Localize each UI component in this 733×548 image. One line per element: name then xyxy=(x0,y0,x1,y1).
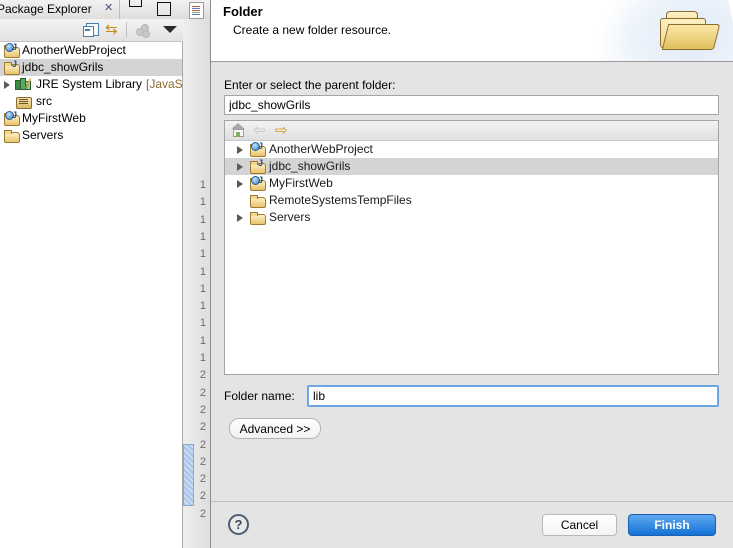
parent-folder-label: Enter or select the parent folder: xyxy=(224,78,396,92)
tabbar-divider xyxy=(119,0,120,19)
new-folder-dialog: Folder Create a new folder resource. Ent… xyxy=(210,0,733,548)
tree-toolbar: ⇦ ⇨ xyxy=(225,121,718,141)
tree-row-servers[interactable]: Servers xyxy=(225,209,718,226)
dialog-title: Folder xyxy=(223,4,263,19)
chevron-right-icon[interactable] xyxy=(4,81,10,89)
package-explorer-tree[interactable]: J AnotherWebProject J jdbc_showGrils JRE… xyxy=(0,42,195,548)
dialog-subtitle: Create a new folder resource. xyxy=(233,23,392,37)
tree-item-jre-system-library[interactable]: JRE System Library [JavaSE- xyxy=(0,76,195,93)
line-number: 2 xyxy=(199,438,206,451)
tree-row-label: AnotherWebProject xyxy=(269,142,373,156)
tree-item-servers[interactable]: Servers xyxy=(0,127,182,144)
tree-row-anotherwebproject[interactable]: J AnotherWebProject xyxy=(225,141,718,158)
minimize-icon[interactable] xyxy=(129,0,142,7)
folder-icon xyxy=(4,129,20,143)
line-number: 2 xyxy=(199,507,206,520)
tree-item-anotherwebproject[interactable]: J AnotherWebProject xyxy=(0,42,182,59)
line-number: 2 xyxy=(199,369,206,382)
line-number: 1 xyxy=(199,352,206,364)
folder-tree[interactable]: J AnotherWebProject J jdbc_showGrils J M… xyxy=(225,141,718,374)
tree-item-label: jdbc_showGrils xyxy=(22,60,104,74)
java-file-icon xyxy=(189,2,204,19)
tree-item-label: AnotherWebProject xyxy=(22,43,126,57)
tree-item-jdbc-showgrils[interactable]: J jdbc_showGrils xyxy=(0,59,182,76)
library-icon xyxy=(14,78,34,91)
tree-item-label: MyFirstWeb xyxy=(22,111,86,125)
back-arrow-icon[interactable]: ⇦ xyxy=(253,123,270,138)
line-number: 1 xyxy=(199,317,206,330)
parent-folder-tree-panel: ⇦ ⇨ J AnotherWebProject J jdbc_showGrils… xyxy=(224,120,719,375)
line-number: 2 xyxy=(199,386,206,399)
line-number: 1 xyxy=(199,179,206,191)
focus-on-active-task-icon[interactable] xyxy=(136,24,150,38)
line-number: 1 xyxy=(199,334,206,347)
folder-name-input[interactable] xyxy=(307,385,719,407)
dialog-footer: http://blog.csdn.net/ttask ? Cancel Fini… xyxy=(211,501,733,548)
tree-row-label: jdbc_showGrils xyxy=(269,159,351,173)
web-project-icon: J xyxy=(250,176,266,191)
chevron-right-icon[interactable] xyxy=(237,146,243,154)
package-explorer-tabbar: Package Explorer ✕ xyxy=(0,0,183,19)
line-number: 1 xyxy=(199,300,206,313)
tree-row-jdbc-showgrils[interactable]: J jdbc_showGrils xyxy=(225,158,718,175)
tree-item-label: JRE System Library xyxy=(36,77,143,91)
chevron-right-icon[interactable] xyxy=(237,214,243,222)
line-number: 1 xyxy=(199,265,206,278)
folder-name-label: Folder name: xyxy=(224,389,295,403)
tree-row-label: MyFirstWeb xyxy=(269,176,333,190)
line-number: 1 xyxy=(199,248,206,261)
help-button[interactable]: ? xyxy=(228,514,249,535)
cancel-button[interactable]: Cancel xyxy=(542,514,617,536)
chevron-right-icon[interactable] xyxy=(237,180,243,188)
tree-item-label: src xyxy=(36,94,52,108)
line-number: 2 xyxy=(199,421,206,434)
line-number: 1 xyxy=(199,213,206,226)
web-project-icon: J xyxy=(250,142,266,157)
collapse-all-icon[interactable] xyxy=(83,23,99,37)
web-project-icon: J xyxy=(4,43,20,58)
line-number: 2 xyxy=(199,455,206,468)
home-icon[interactable] xyxy=(231,123,246,137)
tree-item-src[interactable]: src xyxy=(0,93,182,110)
tab-package-explorer[interactable]: Package Explorer xyxy=(0,2,92,16)
line-number: 1 xyxy=(199,230,206,243)
chevron-right-icon[interactable] xyxy=(237,163,243,171)
project-icon: J xyxy=(250,159,266,174)
web-project-icon: J xyxy=(4,111,20,126)
forward-arrow-icon[interactable]: ⇨ xyxy=(275,123,292,138)
project-icon: J xyxy=(4,60,20,75)
editor-scrollbar-thumb[interactable] xyxy=(183,444,194,506)
folder-banner-icon xyxy=(656,8,721,54)
tree-item-myfirstweb[interactable]: J MyFirstWeb xyxy=(0,110,182,127)
finish-button[interactable]: Finish xyxy=(628,514,716,536)
source-folder-icon xyxy=(16,95,32,109)
line-number: 1 xyxy=(199,282,206,295)
package-explorer-view: Package Explorer ✕ ⇆ J AnotherWebProject xyxy=(0,0,195,548)
line-number: 2 xyxy=(199,403,206,416)
line-number: 2 xyxy=(199,473,206,486)
maximize-icon[interactable] xyxy=(157,2,171,16)
toolbar-divider xyxy=(126,22,127,37)
line-number: 2 xyxy=(199,490,206,503)
parent-folder-input[interactable] xyxy=(224,95,719,115)
dialog-header: Folder Create a new folder resource. xyxy=(211,0,733,62)
view-menu-icon[interactable] xyxy=(163,23,177,36)
link-with-editor-icon[interactable]: ⇆ xyxy=(105,22,121,37)
folder-icon xyxy=(250,211,266,225)
tree-row-label: RemoteSystemsTempFiles xyxy=(269,193,412,207)
folder-name-row: Folder name: xyxy=(224,385,719,409)
tree-item-label: Servers xyxy=(22,128,64,142)
package-explorer-toolbar: ⇆ xyxy=(0,19,183,42)
close-icon[interactable]: ✕ xyxy=(104,3,115,14)
app-window: Package Explorer ✕ ⇆ J AnotherWebProject xyxy=(0,0,733,548)
line-number: 1 xyxy=(199,196,206,209)
tree-row-remotesystemstempfiles[interactable]: RemoteSystemsTempFiles xyxy=(225,192,718,209)
tree-row-myfirstweb[interactable]: J MyFirstWeb xyxy=(225,175,718,192)
tree-row-label: Servers xyxy=(269,210,311,224)
advanced-button[interactable]: Advanced >> xyxy=(229,418,321,439)
dialog-body: Enter or select the parent folder: ⇦ ⇨ J xyxy=(211,62,733,502)
folder-icon xyxy=(250,194,266,208)
